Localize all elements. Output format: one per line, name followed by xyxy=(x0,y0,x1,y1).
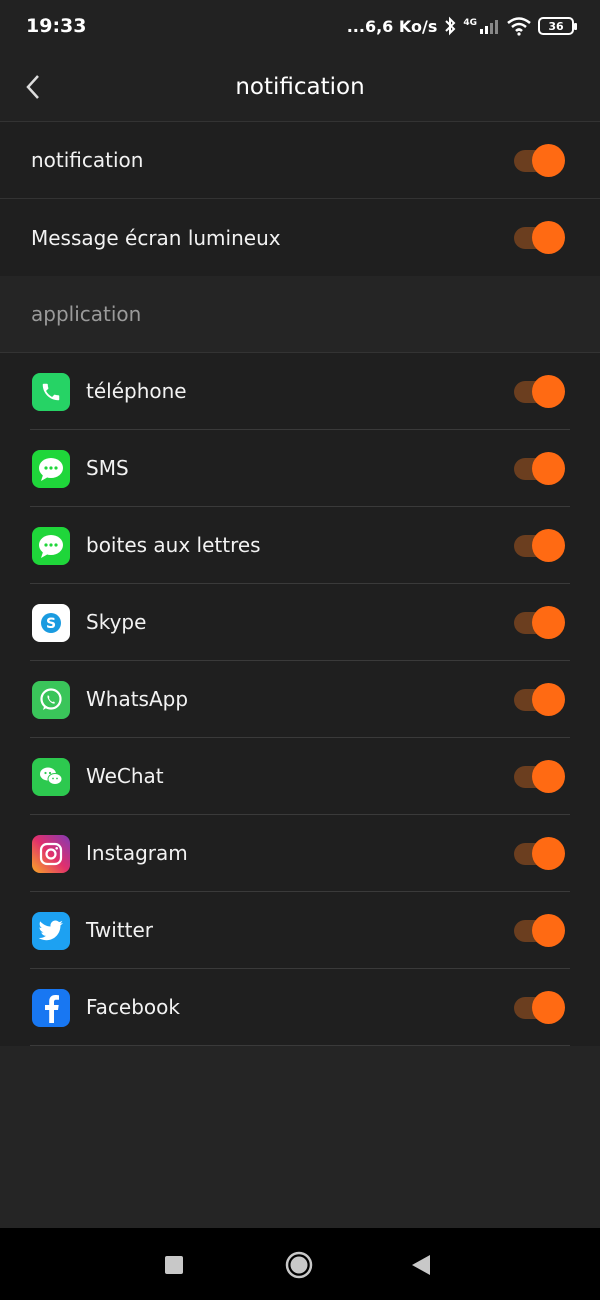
network-type: 4G xyxy=(463,18,477,28)
twitter-toggle[interactable] xyxy=(514,914,566,948)
home-button[interactable] xyxy=(284,1250,314,1280)
toggle-thumb xyxy=(532,760,565,793)
app-label: Facebook xyxy=(86,995,180,1019)
app-label: SMS xyxy=(86,456,129,480)
row-divider xyxy=(30,1045,570,1046)
phone-icon xyxy=(32,373,70,411)
wechat-toggle[interactable] xyxy=(514,760,566,794)
app-row-whatsapp: WhatsApp xyxy=(0,661,600,738)
app-label: téléphone xyxy=(86,379,187,403)
message-icon xyxy=(32,450,70,488)
setting-row-notification: notification xyxy=(0,122,600,199)
app-row-sms: SMS xyxy=(0,430,600,507)
facebook-toggle[interactable] xyxy=(514,991,566,1025)
mailbox-toggle[interactable] xyxy=(514,529,566,563)
system-nav-bar xyxy=(0,1228,600,1300)
toggle-thumb xyxy=(532,991,565,1024)
toggle-thumb xyxy=(532,837,565,870)
app-label: Instagram xyxy=(86,841,188,865)
setting-row-bright-screen: Message écran lumineux xyxy=(0,199,600,276)
facebook-icon xyxy=(32,989,70,1027)
app-label: Twitter xyxy=(86,918,154,942)
setting-label: Message écran lumineux xyxy=(31,225,281,250)
wifi-icon xyxy=(506,16,532,36)
empty-area xyxy=(0,1048,600,1228)
app-label: boites aux lettres xyxy=(86,533,261,557)
app-label: WhatsApp xyxy=(86,687,189,711)
app-label: WeChat xyxy=(86,764,164,788)
chevron-left-icon xyxy=(26,75,39,99)
recent-apps-button[interactable] xyxy=(159,1250,189,1280)
skype-toggle[interactable] xyxy=(514,606,566,640)
app-row-phone: téléphone xyxy=(0,353,600,430)
instagram-icon xyxy=(32,835,70,873)
app-row-wechat: WeChat xyxy=(0,738,600,815)
app-row-twitter: Twitter xyxy=(0,892,600,969)
app-row-skype: S Skype xyxy=(0,584,600,661)
toggle-thumb xyxy=(532,529,565,562)
status-bar: 19:33 ...6,6 Ko/s 4G 36 xyxy=(0,0,600,52)
page-title: notification xyxy=(235,73,365,100)
app-header: notification xyxy=(0,52,600,122)
whatsapp-toggle[interactable] xyxy=(514,683,566,717)
bluetooth-icon xyxy=(443,16,457,36)
triangle-back-icon xyxy=(412,1255,430,1275)
toggle-thumb xyxy=(532,375,565,408)
network-speed: ...6,6 Ko/s xyxy=(346,16,438,36)
battery-icon: 36 xyxy=(538,17,577,35)
status-time: 19:33 xyxy=(26,15,87,37)
app-row-instagram: Instagram xyxy=(0,815,600,892)
setting-label: notification xyxy=(31,148,144,172)
notification-toggle[interactable] xyxy=(514,144,566,178)
battery-level: 36 xyxy=(548,19,564,33)
signal-icon: 4G xyxy=(463,18,500,34)
svg-text:S: S xyxy=(46,616,56,632)
toggle-thumb xyxy=(532,452,565,485)
status-icons: ...6,6 Ko/s 4G 36 xyxy=(346,16,577,36)
back-nav-button[interactable] xyxy=(406,1250,436,1280)
app-row-mailbox: boites aux lettres xyxy=(0,507,600,584)
section-label: application xyxy=(31,302,142,326)
back-button[interactable] xyxy=(16,70,50,104)
instagram-toggle[interactable] xyxy=(514,837,566,871)
toggle-thumb xyxy=(532,606,565,639)
circle-icon xyxy=(285,1251,313,1279)
app-label: Skype xyxy=(86,610,147,634)
whatsapp-icon xyxy=(32,681,70,719)
app-row-facebook: Facebook xyxy=(0,969,600,1046)
toggle-thumb xyxy=(532,144,565,177)
toggle-thumb xyxy=(532,221,565,254)
phone-toggle[interactable] xyxy=(514,375,566,409)
toggle-thumb xyxy=(532,914,565,947)
sms-toggle[interactable] xyxy=(514,452,566,486)
bright-screen-toggle[interactable] xyxy=(514,221,566,255)
twitter-icon xyxy=(32,912,70,950)
wechat-icon xyxy=(32,758,70,796)
square-icon xyxy=(165,1256,183,1274)
section-header-application: application xyxy=(0,276,600,353)
toggle-thumb xyxy=(532,683,565,716)
message-icon xyxy=(32,527,70,565)
skype-icon: S xyxy=(32,604,70,642)
